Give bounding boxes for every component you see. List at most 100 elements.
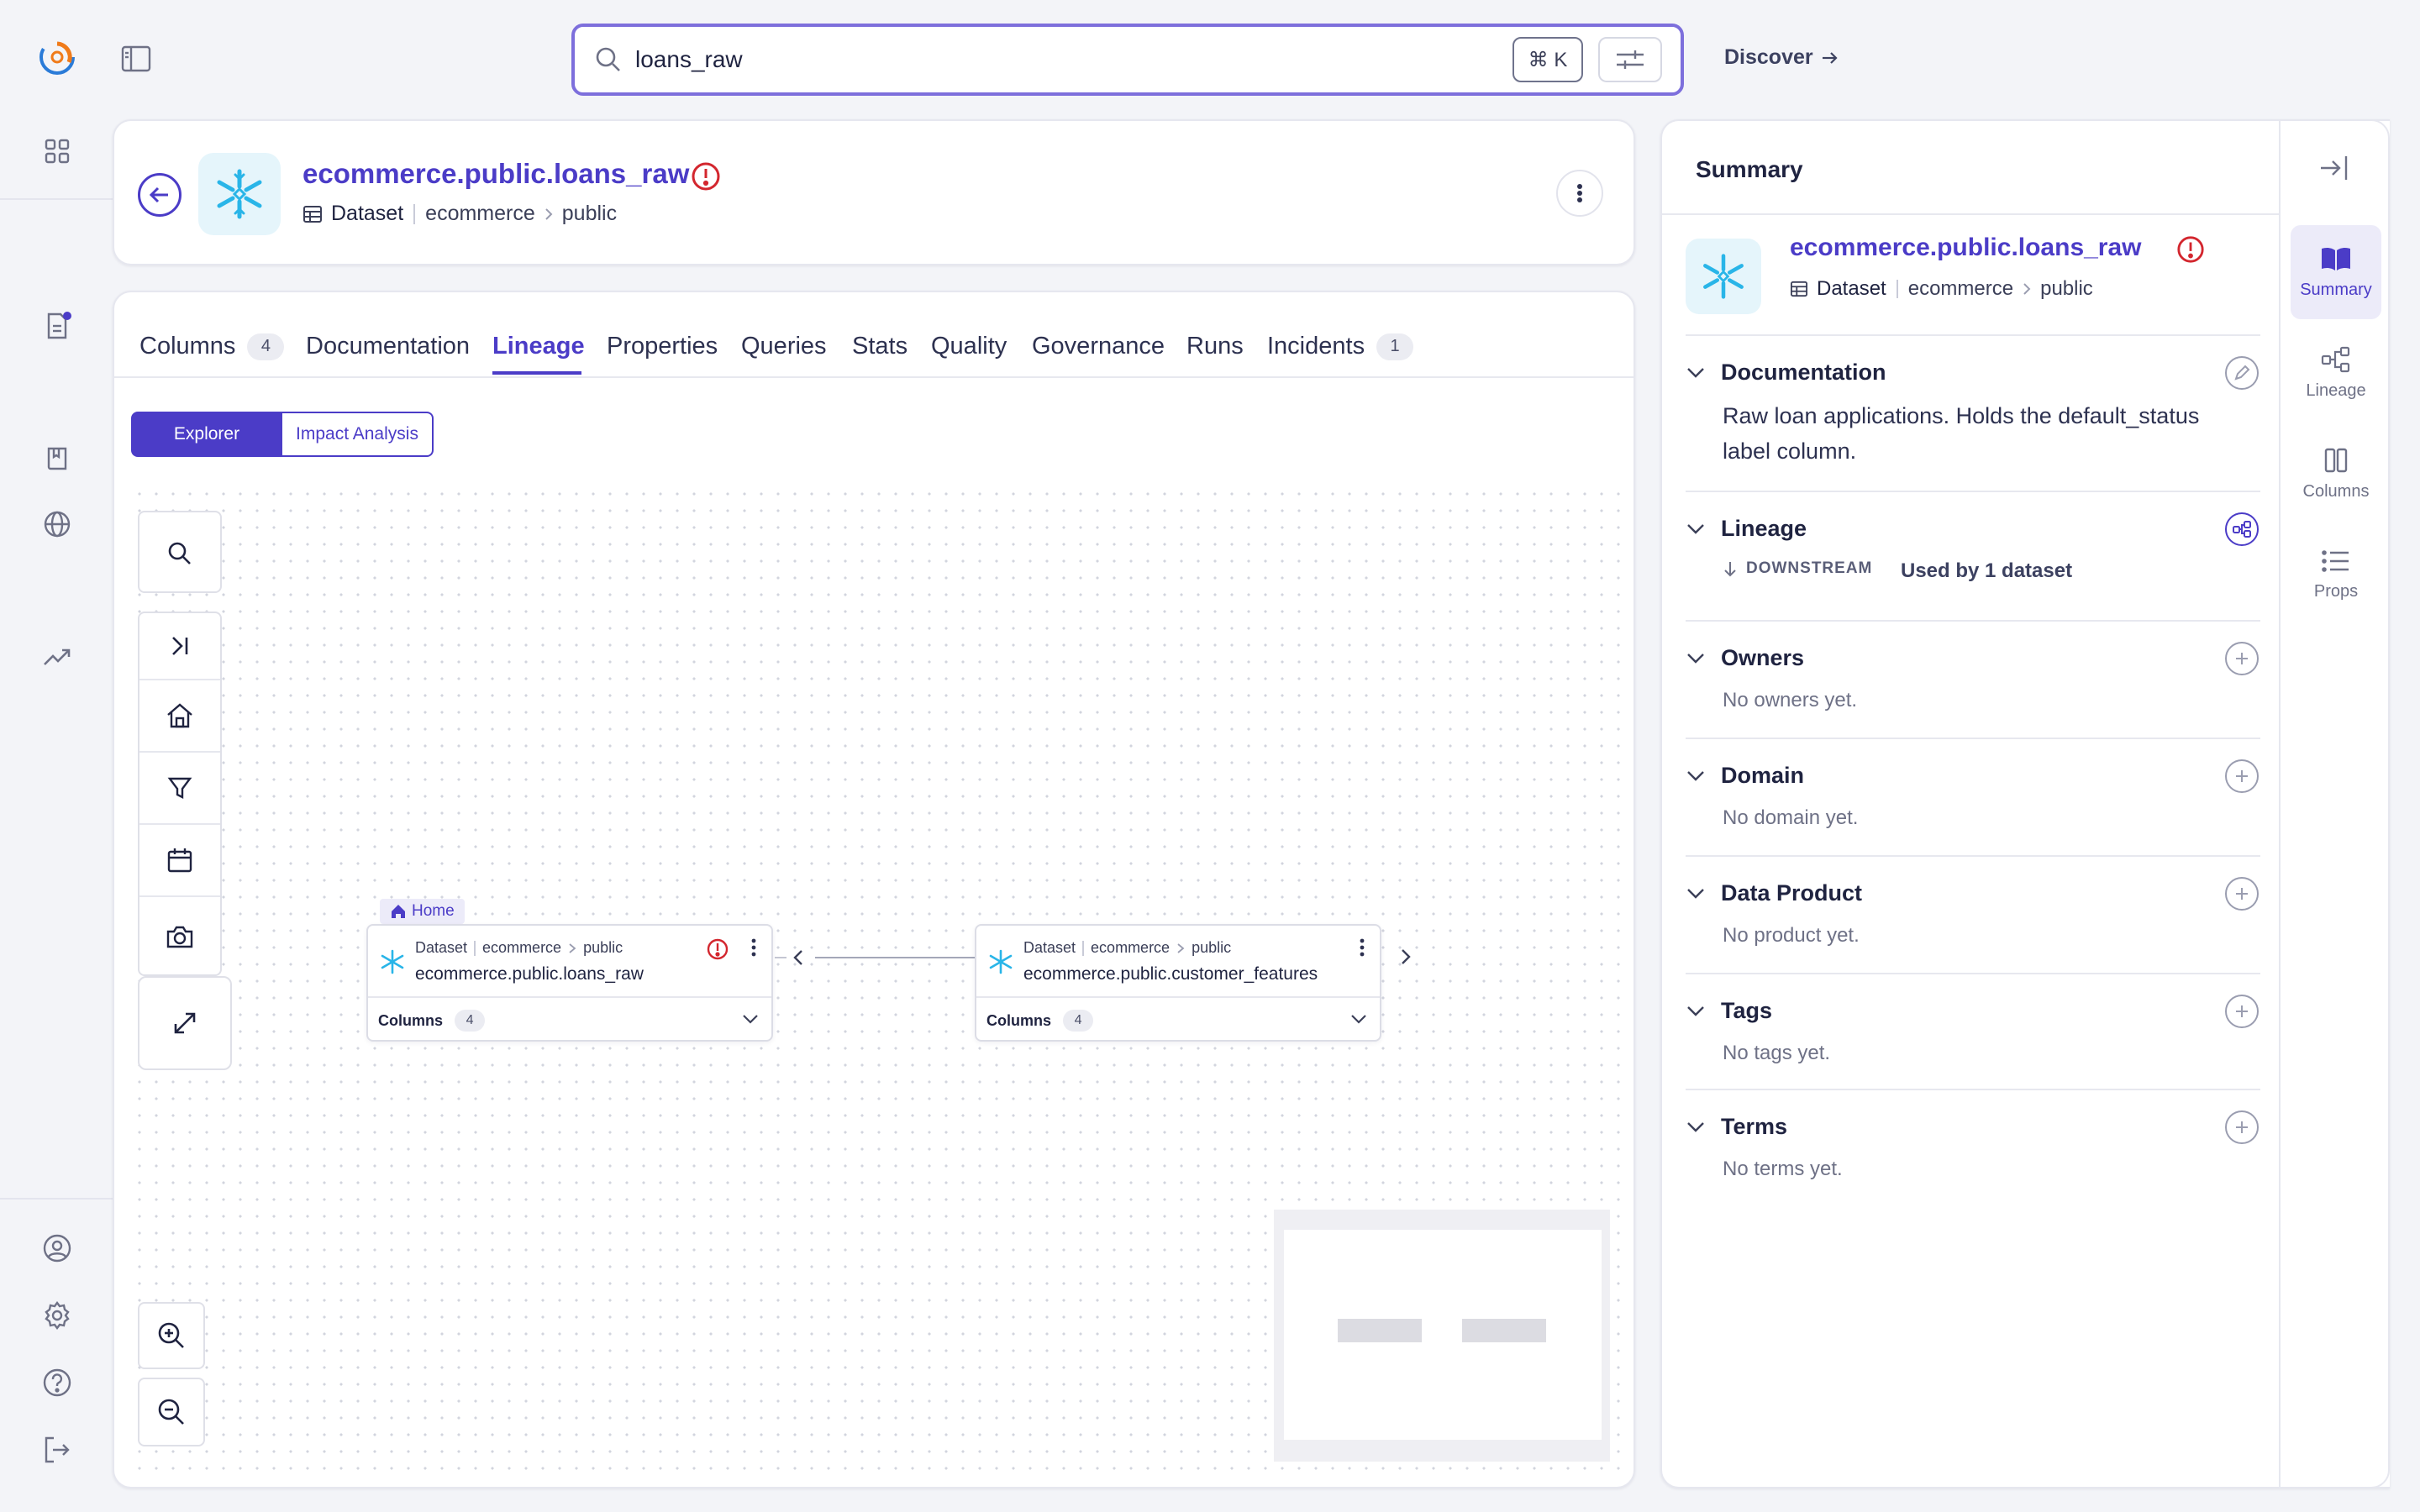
- tab-queries[interactable]: Queries: [741, 333, 827, 360]
- snowflake-logo-icon: [198, 153, 281, 235]
- shortcut-badge: ⌘ K: [1512, 37, 1583, 82]
- section-label: Terms: [1721, 1114, 1788, 1139]
- warning-alert-icon[interactable]: [691, 161, 721, 192]
- camera-icon[interactable]: [139, 897, 220, 976]
- logout-icon[interactable]: [37, 1430, 77, 1470]
- snowflake-icon: [988, 949, 1013, 974]
- help-icon[interactable]: [37, 1362, 77, 1403]
- chevron-down-icon[interactable]: [741, 1013, 760, 1025]
- tab-governance[interactable]: Governance: [1032, 333, 1165, 360]
- lineage-minimap[interactable]: [1274, 1210, 1610, 1462]
- section-label: Documentation: [1721, 360, 1886, 385]
- section-domain-header[interactable]: Domain: [1686, 763, 1804, 789]
- impact-analysis-mode-button[interactable]: Impact Analysis: [282, 412, 434, 457]
- node-columns-row[interactable]: Columns 4: [986, 1010, 1094, 1032]
- tab-columns[interactable]: Columns 4: [139, 333, 285, 360]
- collapse-to-end-icon[interactable]: [139, 613, 220, 679]
- chevron-down-icon: [1686, 1005, 1706, 1018]
- explorer-mode-button[interactable]: Explorer: [131, 412, 282, 457]
- more-vertical-icon[interactable]: [751, 937, 756, 958]
- fullscreen-button[interactable]: [138, 976, 232, 1070]
- tab-label: Stats: [852, 333, 908, 360]
- grid-icon[interactable]: [37, 131, 77, 171]
- tab-incidents[interactable]: Incidents 1: [1267, 333, 1414, 360]
- discover-link[interactable]: Discover: [1724, 45, 1839, 70]
- search-input[interactable]: loans_raw: [635, 46, 743, 73]
- columns-icon: [2323, 447, 2349, 474]
- sidebar-toggle-icon[interactable]: [121, 45, 151, 72]
- rail-summary[interactable]: Summary: [2291, 225, 2381, 319]
- home-icon[interactable]: [139, 680, 220, 751]
- filter-funnel-icon[interactable]: [139, 753, 220, 823]
- add-domain-button[interactable]: [2225, 759, 2259, 793]
- warning-alert-icon[interactable]: [706, 937, 729, 961]
- breadcrumb-namespace[interactable]: ecommerce: [425, 202, 535, 226]
- documentation-text: Raw loan applications. Holds the default…: [1723, 403, 2200, 464]
- section-terms-header[interactable]: Terms: [1686, 1114, 1787, 1140]
- expand-downstream-chevron-icon[interactable]: [1395, 946, 1417, 968]
- tab-runs[interactable]: Runs: [1186, 333, 1244, 360]
- section-data-product-header[interactable]: Data Product: [1686, 880, 1862, 906]
- canvas-search-button[interactable]: [138, 511, 222, 593]
- summary-entity-title[interactable]: ecommerce.public.loans_raw: [1790, 234, 2142, 262]
- terms-empty-text: No terms yet.: [1723, 1158, 1843, 1180]
- tab-documentation[interactable]: Documentation: [306, 333, 470, 360]
- lineage-node-loans-raw[interactable]: Dataset ecommerce public ecommerce.publi…: [366, 924, 773, 1042]
- tab-stats[interactable]: Stats: [852, 333, 908, 360]
- owners-empty-text: No owners yet.: [1723, 689, 1858, 711]
- tab-quality[interactable]: Quality: [931, 333, 1007, 360]
- used-by-count[interactable]: Used by 1 dataset: [1901, 559, 2072, 583]
- node-type: Dataset: [1023, 939, 1076, 956]
- app-logo-icon[interactable]: [37, 37, 77, 77]
- document-icon[interactable]: [37, 306, 77, 346]
- warning-alert-icon[interactable]: [2176, 235, 2205, 264]
- zoom-in-button[interactable]: [138, 1302, 205, 1369]
- zoom-out-button[interactable]: [138, 1378, 205, 1446]
- more-options-button[interactable]: [1556, 170, 1603, 217]
- add-owner-button[interactable]: [2225, 642, 2259, 675]
- calendar-icon[interactable]: [139, 825, 220, 895]
- breadcrumb-schema[interactable]: public: [2040, 277, 2093, 301]
- chevron-right-icon: [2022, 281, 2032, 297]
- chevron-down-icon: [1686, 366, 1706, 380]
- back-button[interactable]: [138, 173, 182, 217]
- zoom-out-icon: [139, 1379, 203, 1445]
- bookmark-book-icon[interactable]: [37, 438, 77, 479]
- section-tags-header[interactable]: Tags: [1686, 998, 1772, 1024]
- rail-columns[interactable]: Columns: [2291, 427, 2381, 521]
- breadcrumb-schema[interactable]: public: [562, 202, 617, 226]
- open-lineage-button[interactable]: [2225, 512, 2259, 546]
- globe-icon[interactable]: [37, 504, 77, 544]
- add-term-button[interactable]: [2225, 1110, 2259, 1144]
- search-filter-button[interactable]: [1598, 37, 1662, 82]
- tab-properties[interactable]: Properties: [607, 333, 718, 360]
- left-nav: [0, 0, 114, 1512]
- more-vertical-icon[interactable]: [1360, 937, 1365, 958]
- tab-lineage[interactable]: Lineage: [492, 333, 585, 360]
- section-documentation-header[interactable]: Documentation: [1686, 360, 1886, 386]
- user-icon[interactable]: [37, 1228, 77, 1268]
- edit-documentation-button[interactable]: [2225, 356, 2259, 390]
- add-data-product-button[interactable]: [2225, 877, 2259, 911]
- node-columns-row[interactable]: Columns 4: [378, 1010, 486, 1032]
- section-label: Lineage: [1721, 516, 1807, 541]
- collapse-panel-icon[interactable]: [2317, 151, 2351, 185]
- section-lineage-header[interactable]: Lineage: [1686, 516, 1807, 542]
- entity-title[interactable]: ecommerce.public.loans_raw: [302, 158, 689, 190]
- breadcrumb-namespace[interactable]: ecommerce: [1908, 277, 2013, 301]
- chevron-down-icon: [1686, 1121, 1706, 1134]
- section-owners-header[interactable]: Owners: [1686, 645, 1804, 671]
- lineage-mode-toggle: Explorer Impact Analysis: [131, 412, 434, 457]
- rail-lineage[interactable]: Lineage: [2291, 326, 2381, 420]
- trending-icon[interactable]: [37, 637, 77, 677]
- node-namespace: ecommerce: [482, 939, 562, 956]
- lineage-node-customer-features[interactable]: Dataset ecommerce public ecommerce.publi…: [975, 924, 1381, 1042]
- section-label: Domain: [1721, 763, 1805, 788]
- add-tag-button[interactable]: [2225, 995, 2259, 1028]
- settings-gear-icon[interactable]: [37, 1295, 77, 1336]
- rail-props[interactable]: Props: [2291, 528, 2381, 622]
- chevron-down-icon[interactable]: [1349, 1013, 1368, 1025]
- node-columns-label: Columns: [378, 1011, 444, 1029]
- global-search-bar[interactable]: loans_raw ⌘ K: [571, 24, 1684, 96]
- more-vertical-icon: [1576, 183, 1583, 203]
